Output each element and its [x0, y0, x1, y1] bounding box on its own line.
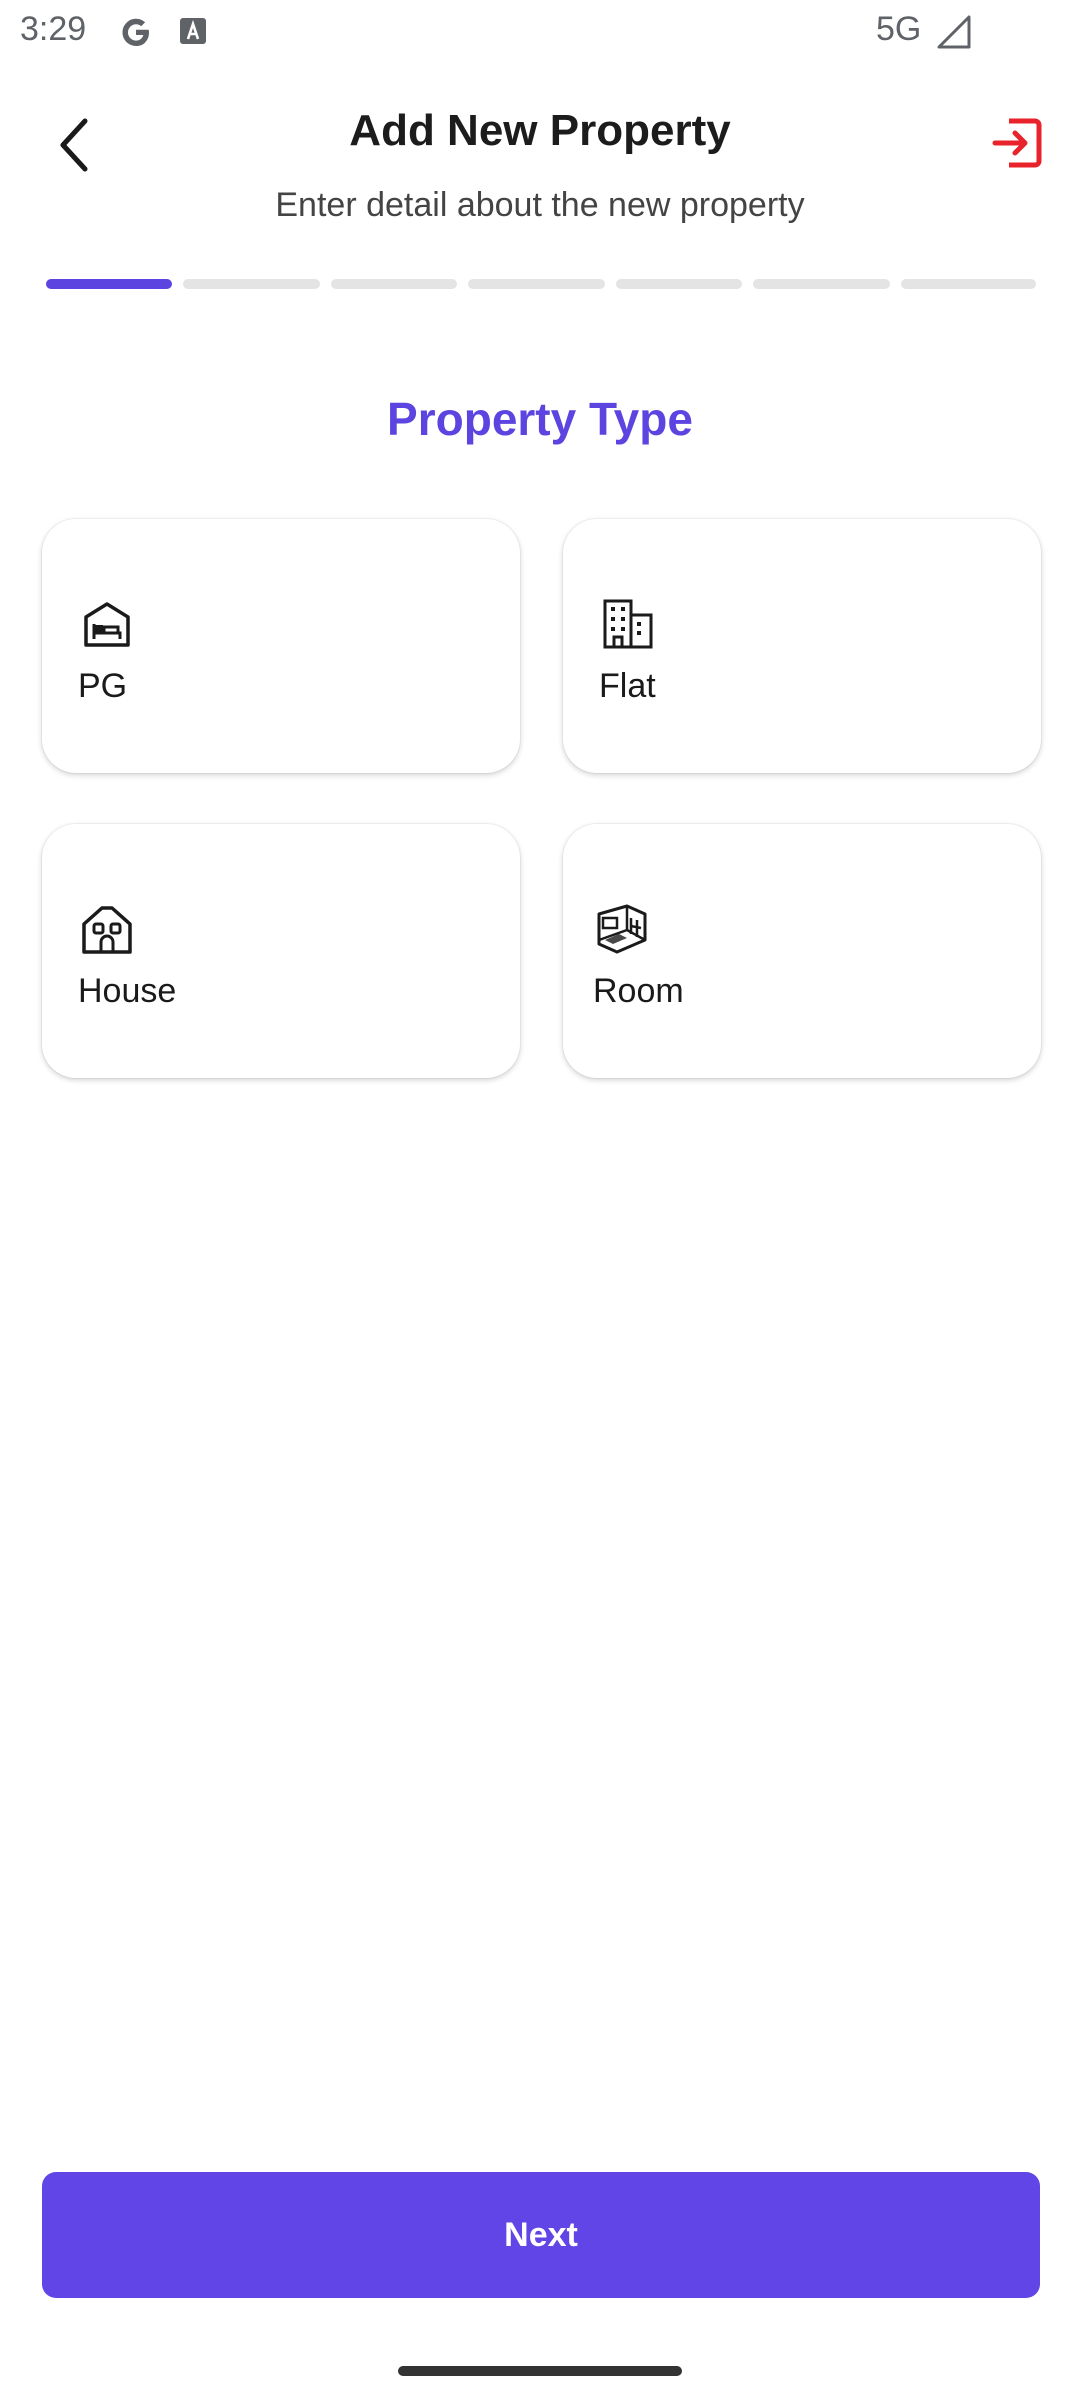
google-g-icon: [122, 18, 149, 46]
exit-button[interactable]: [986, 112, 1048, 174]
progress-step-7: [901, 279, 1036, 289]
text-a-icon: [180, 18, 206, 44]
progress-step-2: [183, 279, 320, 289]
add-property-screen: 3:29 5G Add New Property Enter detail ab…: [0, 0, 1080, 2400]
property-type-card-flat[interactable]: Flat: [563, 519, 1041, 773]
cellular-signal-icon: [937, 15, 971, 49]
progress-step-1: [46, 279, 172, 289]
property-type-card-pg[interactable]: PG: [42, 519, 520, 773]
card-label: Room: [593, 972, 684, 1010]
card-label: Flat: [599, 667, 656, 705]
progress-step-3: [331, 279, 457, 289]
pg-hostel-icon: [84, 602, 130, 647]
card-label: PG: [78, 667, 128, 705]
property-type-card-room[interactable]: Room: [563, 824, 1041, 1078]
card-label: House: [78, 972, 177, 1010]
property-type-card-house[interactable]: House: [42, 824, 520, 1078]
house-icon: [82, 906, 132, 954]
progress-step-4: [468, 279, 605, 289]
home-indicator[interactable]: [398, 2366, 682, 2376]
step-progress-bar: [46, 279, 1036, 289]
building-icon: [603, 599, 653, 649]
section-title: Property Type: [387, 393, 693, 445]
exit-icon: [992, 118, 1042, 168]
progress-step-5: [616, 279, 742, 289]
page-subtitle: Enter detail about the new property: [275, 186, 805, 224]
status-time: 3:29: [20, 10, 87, 48]
next-button[interactable]: Next: [42, 2172, 1040, 2298]
room-icon: [597, 904, 647, 954]
page-title: Add New Property: [349, 106, 731, 155]
network-type: 5G: [876, 10, 922, 48]
status-bar: 3:29 5G: [0, 0, 1080, 64]
progress-step-6: [753, 279, 890, 289]
